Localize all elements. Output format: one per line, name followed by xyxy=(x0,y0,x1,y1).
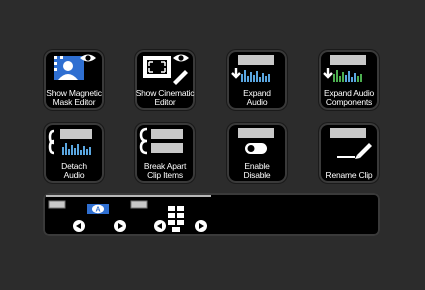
tile-label: Show Cinematic Editor xyxy=(135,88,195,107)
tile-label: Show Magnetic Mask Editor xyxy=(46,88,102,107)
tile-label: Expand Audio xyxy=(243,88,271,107)
next-right-icon[interactable] xyxy=(114,220,126,232)
show-magnetic-mask-editor-button[interactable]: Show Magnetic Mask Editor xyxy=(44,50,104,110)
clip-thumbnail-2[interactable] xyxy=(130,200,148,209)
detach-audio-button[interactable]: Detach Audio xyxy=(44,123,104,183)
navigator-bar: A xyxy=(43,193,380,236)
show-cinematic-editor-button[interactable]: Show Cinematic Editor xyxy=(135,50,195,110)
control-panel: Show Magnetic Mask Editor Show Cinematic… xyxy=(0,0,425,290)
prev-page-icon[interactable] xyxy=(154,220,166,232)
tile-label: Expand Audio Components xyxy=(323,88,375,107)
clip-thumbnail-1[interactable] xyxy=(48,200,66,209)
navigator-graphics: A xyxy=(46,195,211,232)
rename-clip-button[interactable]: Rename Clip xyxy=(319,123,379,183)
angle-badge-icon[interactable]: A xyxy=(87,204,109,214)
progress-strip xyxy=(46,195,211,197)
tile-label: Break Apart Clip Items xyxy=(143,161,187,180)
next-page-icon[interactable] xyxy=(195,220,207,232)
badge-letter: A xyxy=(95,207,100,214)
tile-label: Enable Disable xyxy=(243,161,271,180)
grid-icon[interactable] xyxy=(168,206,184,232)
break-apart-clip-items-button[interactable]: Break Apart Clip Items xyxy=(135,123,195,183)
expand-audio-button[interactable]: Expand Audio xyxy=(227,50,287,110)
prev-left-icon[interactable] xyxy=(73,220,85,232)
expand-audio-components-button[interactable]: Expand Audio Components xyxy=(319,50,379,110)
tile-label: Detach Audio xyxy=(61,161,87,180)
enable-disable-button[interactable]: Enable Disable xyxy=(227,123,287,183)
tile-label: Rename Clip xyxy=(325,170,373,180)
